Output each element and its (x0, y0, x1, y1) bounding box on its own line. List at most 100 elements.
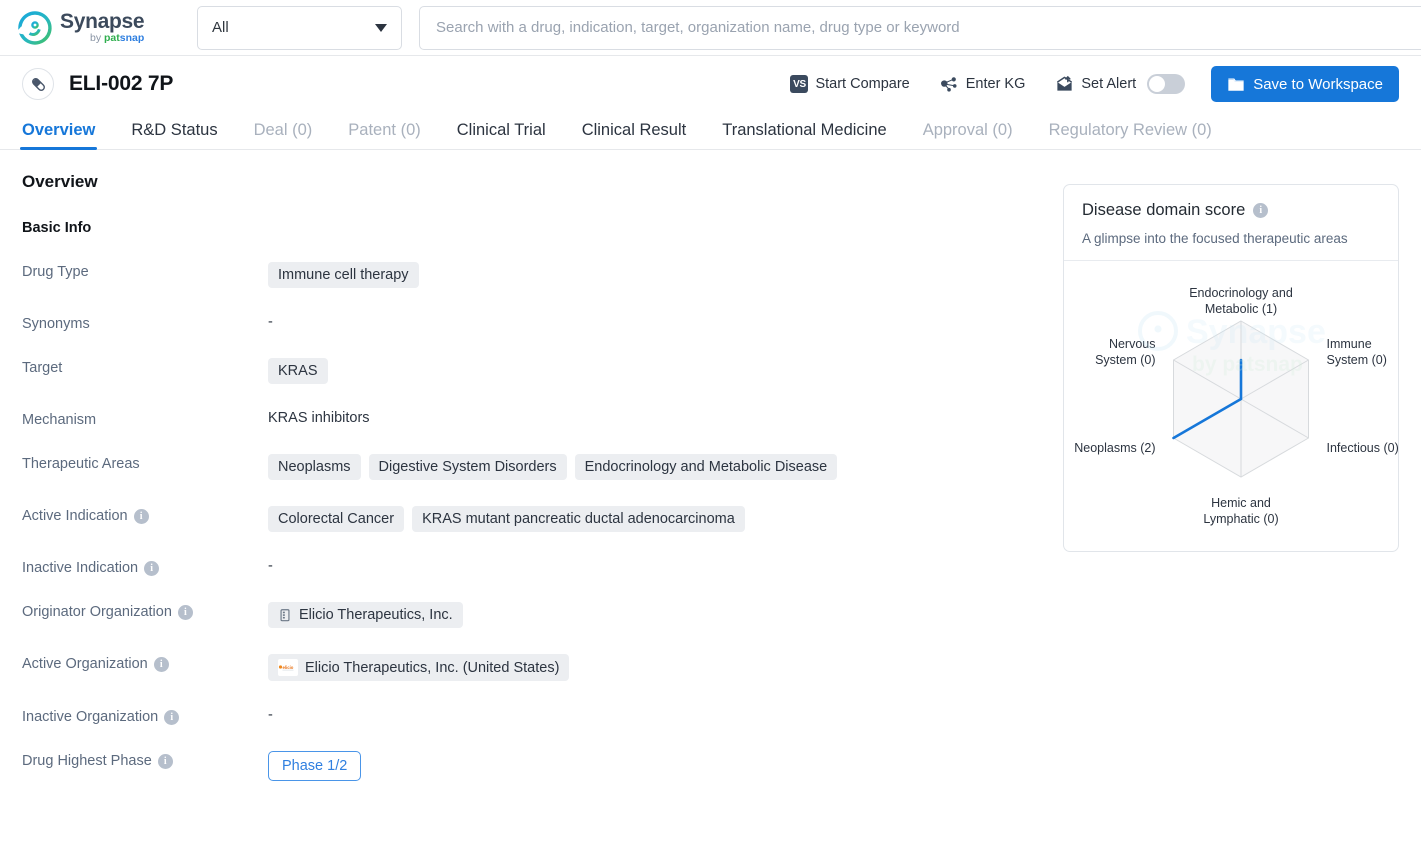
value-originator-organization: Elicio Therapeutics, Inc. (268, 601, 463, 628)
tab-overview[interactable]: Overview (19, 121, 98, 150)
value-synonyms: - (268, 313, 273, 330)
brand-pat: pat (104, 32, 120, 45)
info-icon[interactable]: i (177, 604, 193, 620)
row-inactive-indication: Inactive Indication i - (22, 557, 1043, 576)
toggle-knob (1149, 76, 1166, 92)
top-bar: Synapse by patsnap All (0, 0, 1421, 56)
chip-therapeutic-area[interactable]: Digestive System Disorders (368, 454, 567, 480)
value-drug-highest-phase: Phase 1/2 (268, 750, 362, 781)
folder-icon (1227, 76, 1245, 93)
elicio-logo-icon: elicio (278, 659, 298, 676)
synapse-logo-icon (16, 10, 52, 45)
row-drug-highest-phase: Drug Highest Phase i Phase 1/2 (22, 750, 1043, 781)
search-scope-select[interactable]: All (197, 5, 402, 50)
svg-text:Metabolic (1): Metabolic (1) (1205, 302, 1277, 316)
value-drug-type: Immune cell therapy (268, 261, 419, 288)
save-to-workspace-button[interactable]: Save to Workspace (1211, 66, 1399, 102)
mechanism-text: KRAS inhibitors (268, 410, 370, 426)
start-compare-button[interactable]: VS Start Compare (790, 75, 910, 93)
set-alert-button[interactable]: Set Alert (1055, 74, 1186, 94)
active-organization-name: Elicio Therapeutics, Inc. (United States… (305, 659, 560, 676)
tab-clinical-trial[interactable]: Clinical Trial (457, 121, 546, 149)
chip-therapeutic-area[interactable]: Neoplasms (268, 454, 361, 480)
tab-patent[interactable]: Patent (0) (348, 121, 420, 149)
drug-highest-phase-button[interactable]: Phase 1/2 (268, 751, 362, 781)
row-drug-type: Drug Type Immune cell therapy (22, 261, 1043, 288)
vs-icon: VS (790, 75, 809, 93)
tab-approval[interactable]: Approval (0) (923, 121, 1013, 149)
svg-text:Hemic and: Hemic and (1211, 496, 1271, 510)
info-icon[interactable]: i (164, 709, 180, 725)
value-target: KRAS (268, 357, 328, 384)
row-mechanism: Mechanism KRAS inhibitors (22, 409, 1043, 428)
tab-clinical-result[interactable]: Clinical Result (582, 121, 687, 149)
drug-header: ELI-002 7P VS Start Compare Enter KG Set… (0, 56, 1421, 112)
inactive-indication-empty: - (268, 558, 273, 574)
overview-heading: Overview (22, 172, 98, 191)
tab-translational-medicine[interactable]: Translational Medicine (722, 121, 886, 149)
brand-logo[interactable]: Synapse by patsnap (16, 10, 188, 45)
label-synonyms: Synonyms (22, 316, 90, 332)
brand-by: by (90, 32, 102, 45)
content-area: Overview Basic Info Drug Type Immune cel… (0, 150, 1421, 781)
synonyms-empty: - (268, 314, 273, 330)
svg-text:Neoplasms (2): Neoplasms (2) (1074, 441, 1155, 455)
score-card-subtitle: A glimpse into the focused therapeutic a… (1082, 231, 1348, 246)
alert-bell-icon (1055, 75, 1074, 94)
search-input[interactable] (419, 5, 1421, 50)
value-active-organization: elicio Elicio Therapeutics, Inc. (United… (268, 653, 570, 681)
label-therapeutic-areas: Therapeutic Areas (22, 456, 140, 472)
page-title: ELI-002 7P (69, 72, 174, 95)
chip-active-organization[interactable]: elicio Elicio Therapeutics, Inc. (United… (268, 654, 570, 681)
svg-text:Nervous: Nervous (1109, 337, 1156, 351)
svg-text:Endocrinology and: Endocrinology and (1189, 286, 1293, 300)
info-icon[interactable]: i (133, 508, 149, 524)
chip-active-indication[interactable]: KRAS mutant pancreatic ductal adenocarci… (412, 506, 745, 532)
chip-active-indication[interactable]: Colorectal Cancer (268, 506, 405, 532)
score-card-title: Disease domain score i (1082, 201, 1380, 220)
overview-panel: Overview Basic Info Drug Type Immune cel… (22, 150, 1043, 781)
svg-text:Immune: Immune (1327, 337, 1372, 351)
set-alert-toggle[interactable] (1147, 74, 1186, 94)
chip-drug-type[interactable]: Immune cell therapy (268, 262, 419, 288)
brand-name: Synapse (60, 10, 145, 34)
chip-therapeutic-area[interactable]: Endocrinology and Metabolic Disease (574, 454, 838, 480)
label-target: Target (22, 360, 63, 376)
svg-text:elicio: elicio (283, 665, 294, 670)
chevron-down-icon (375, 23, 387, 32)
radar-svg: Endocrinology and Metabolic (1) Immune Syst… (1074, 286, 1399, 526)
row-active-indication: Active Indication i Colorectal Cancer KR… (22, 505, 1043, 532)
tab-regulatory-review[interactable]: Regulatory Review (0) (1049, 121, 1212, 149)
search-scope-value: All (212, 19, 229, 36)
tab-bar: Overview R&D Status Deal (0) Patent (0) … (0, 112, 1421, 150)
header-actions: VS Start Compare Enter KG Set Alert Save… (760, 66, 1399, 102)
disease-domain-score-card: Disease domain score i A glimpse into th… (1063, 184, 1399, 552)
set-alert-label: Set Alert (1081, 76, 1137, 92)
chip-originator-organization[interactable]: Elicio Therapeutics, Inc. (268, 602, 463, 628)
value-inactive-organization: - (268, 706, 273, 723)
capsule-icon (22, 68, 54, 100)
row-active-organization: Active Organization i elicio Elicio Ther… (22, 653, 1043, 681)
row-synonyms: Synonyms - (22, 313, 1043, 332)
enter-kg-button[interactable]: Enter KG (940, 75, 1025, 94)
row-originator-organization: Originator Organization i Elicio Therape… (22, 601, 1043, 628)
tab-rd-status[interactable]: R&D Status (131, 121, 217, 149)
row-therapeutic-areas: Therapeutic Areas Neoplasms Digestive Sy… (22, 453, 1043, 480)
tab-deal[interactable]: Deal (0) (254, 121, 313, 149)
basic-info-heading: Basic Info (22, 220, 92, 236)
label-inactive-indication: Inactive Indication i (22, 557, 268, 576)
svg-text:System (0): System (0) (1095, 353, 1155, 367)
info-icon[interactable]: i (157, 753, 173, 769)
info-icon[interactable]: i (1253, 203, 1269, 218)
info-icon[interactable]: i (153, 656, 169, 672)
radar-chart: Synapse by patsnap Endocrinology and Meta… (1064, 261, 1399, 551)
label-drug-type: Drug Type (22, 264, 89, 280)
row-inactive-organization: Inactive Organization i - (22, 706, 1043, 725)
chip-target[interactable]: KRAS (268, 358, 328, 384)
brand-snap: snap (119, 32, 145, 45)
score-card-header: Disease domain score i A glimpse into th… (1064, 185, 1398, 261)
row-target: Target KRAS (22, 357, 1043, 384)
info-icon[interactable]: i (144, 560, 160, 576)
knowledge-graph-icon (940, 75, 959, 94)
label-drug-highest-phase: Drug Highest Phase i (22, 750, 268, 769)
